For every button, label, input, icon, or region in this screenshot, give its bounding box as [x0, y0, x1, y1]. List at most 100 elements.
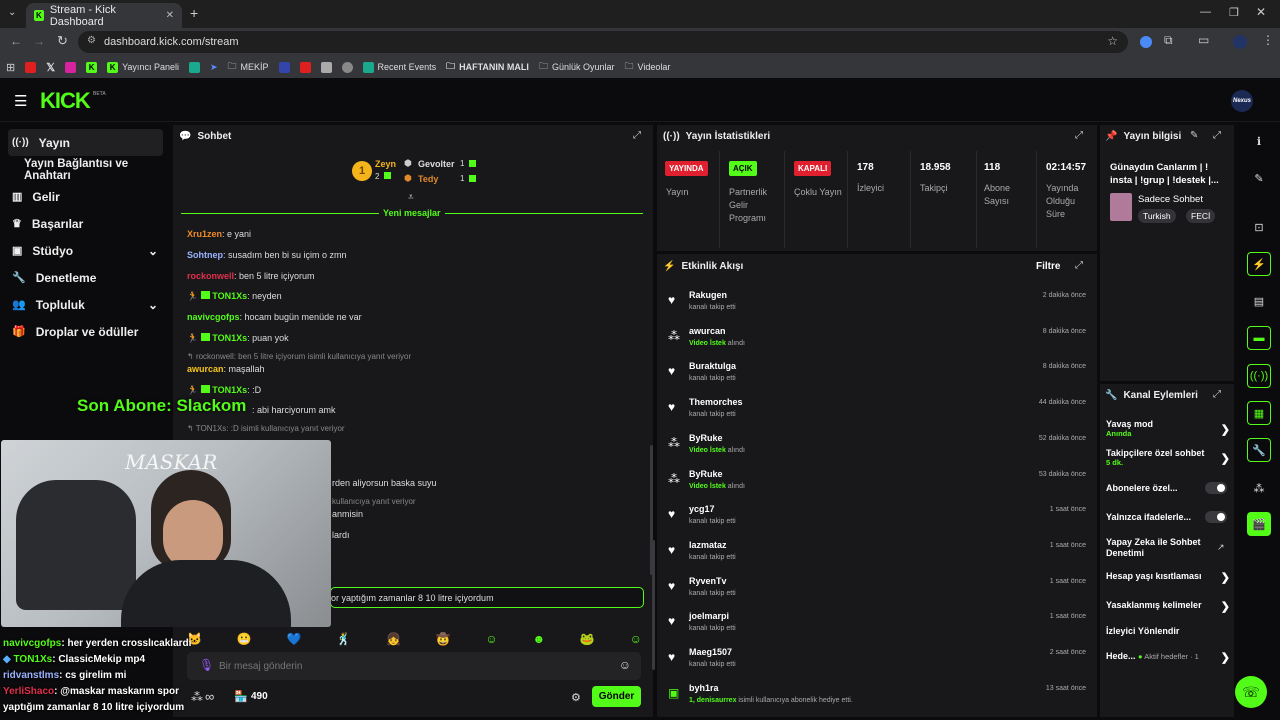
collapse-leaderboard-icon[interactable]: ⩡ [408, 192, 414, 203]
extension-icon[interactable] [1140, 36, 1152, 48]
sidebar-item-yayin-baglantisi[interactable]: Yayın Bağlantısı ve Anahtarı [12, 156, 170, 183]
filter-button[interactable]: Filtre [1036, 261, 1060, 272]
clapperboard-icon[interactable]: 🎬 [1247, 512, 1271, 536]
user-avatar[interactable]: Nexus [1231, 90, 1253, 112]
profile-avatar[interactable] [1233, 35, 1247, 49]
sidebar-item-basarilar[interactable]: ♛ Başarılar [0, 210, 170, 237]
reload-icon[interactable]: ↻ [57, 33, 68, 49]
chat-message[interactable]: 🏃 TON1Xs: :D [187, 385, 261, 396]
instagram-icon[interactable] [65, 61, 77, 73]
play-icon[interactable]: ➤ [210, 62, 218, 73]
sidebar-item-denetleme[interactable]: 🔧 Denetleme [0, 264, 170, 291]
broadcast-icon[interactable]: ((·)) [1247, 364, 1271, 388]
activity-item[interactable]: ♥ ycg17 kanalı takip etti 1 saat önce [666, 504, 1086, 534]
emote-kick-happy-icon[interactable]: ☺ [630, 632, 642, 646]
popout-icon[interactable]: ⤢ [1213, 130, 1221, 141]
info-icon[interactable]: ℹ [1247, 129, 1271, 153]
leader-second-name[interactable]: Gevolter [418, 159, 455, 169]
sidebar-item-gelir[interactable]: ▥ Gelir [0, 183, 170, 210]
kick-logo[interactable]: KICK [40, 88, 91, 114]
chat-message[interactable]: Sohtnep: susadım ben bi su içim o zmn [187, 250, 347, 260]
document-icon[interactable]: ▤ [1247, 289, 1271, 313]
send-button[interactable]: Gönder [592, 686, 641, 707]
new-tab-icon[interactable]: + [190, 5, 198, 21]
chat-bubble-icon[interactable]: ▬ [1247, 326, 1271, 350]
activity-item[interactable]: ♥ Buraktulga kanalı takip etti 8 dakika önc… [666, 361, 1086, 391]
bookmark-yayinci-paneli[interactable]: K Yayıncı Paneli [107, 61, 179, 73]
close-window-icon[interactable]: ✕ [1256, 5, 1266, 19]
emote-kick-grin-icon[interactable]: ☻ [532, 632, 545, 646]
hamburger-menu-icon[interactable]: ☰ [14, 92, 27, 110]
popout-icon[interactable]: ⤢ [1075, 260, 1083, 271]
popout-icon[interactable]: ⤢ [1075, 130, 1083, 141]
youtube-icon[interactable] [25, 61, 37, 73]
emote-heart-icon[interactable]: 💙 [286, 632, 301, 646]
activity-item[interactable]: ⁂ ByRuke Video İstek alındı 53 dakika önce [666, 469, 1086, 499]
emote-face-icon[interactable]: 😬 [237, 632, 252, 646]
url-field[interactable]: ⚙ dashboard.kick.com/stream ☆ [78, 31, 1128, 53]
bookmark-mekip[interactable]: 🗀 MEKİP [228, 59, 269, 75]
tab-list-icon[interactable]: ⌄ [8, 7, 16, 18]
youtube-icon[interactable] [299, 61, 311, 73]
activity-item[interactable]: ♥ joelmarpi kanalı takip etti 1 saat önce [666, 611, 1086, 641]
image-icon[interactable] [320, 61, 332, 73]
popout-icon[interactable]: ⤢ [1213, 389, 1221, 400]
leader-third-name[interactable]: Tedy [418, 174, 438, 184]
raid-row[interactable]: İzleyici Yönlendir [1106, 626, 1230, 636]
points-icon[interactable]: ⁂ [1247, 476, 1271, 500]
banned-words-row[interactable]: Yasaklanmış kelimeler ❯ [1106, 600, 1230, 613]
leader-first-name[interactable]: Zeyn [375, 159, 396, 169]
lightning-icon[interactable]: ⚡ [1247, 252, 1271, 276]
edit-icon[interactable]: ✎ [1247, 166, 1271, 190]
chat-message[interactable]: rockonwell: ben 5 litre içiyorum [187, 271, 315, 281]
browser-tab[interactable]: K Stream - Kick Dashboard ✕ [26, 3, 182, 28]
bookmark-app-icon[interactable] [341, 61, 353, 73]
activity-scrollbar[interactable] [652, 540, 655, 670]
store-icon[interactable]: ▦ [1247, 401, 1271, 425]
chat-message[interactable]: awurcan: maşallah [187, 364, 265, 374]
back-icon[interactable]: ← [10, 34, 22, 48]
restore-icon[interactable]: ❐ [1229, 6, 1239, 19]
bookmark-app-icon[interactable] [188, 61, 200, 73]
microphone-icon[interactable]: 🎙 [199, 658, 214, 672]
sidebar-item-droplar[interactable]: 🎁 Droplar ve ödüller [0, 318, 170, 345]
bookmark-star-icon[interactable]: ☆ [1107, 34, 1118, 48]
activity-item[interactable]: ♥ Maeg1507 kanalı takip etti 2 saat önce [666, 647, 1086, 677]
ai-moderation-row[interactable]: Yapay Zeka ile Sohbet Denetimi [1106, 537, 1214, 559]
external-link-icon[interactable]: ↗ [1217, 542, 1225, 553]
bookmark-haftanin-mali[interactable]: 🗀 HAFTANIN MALI [446, 59, 529, 75]
category-name[interactable]: Sadece Sohbet [1138, 194, 1203, 205]
subscribers-only-toggle[interactable] [1205, 482, 1227, 494]
bookmark-app-icon[interactable] [278, 61, 290, 73]
tag-chip[interactable]: Turkish [1138, 209, 1176, 223]
popout-icon[interactable]: ⤢ [633, 130, 641, 141]
emote-kick-frog-icon[interactable]: 🐸 [580, 632, 595, 646]
close-tab-icon[interactable]: ✕ [166, 10, 174, 21]
chat-message[interactable]: 🏃 TON1Xs: puan yok [187, 333, 289, 344]
chat-message[interactable]: navivcgofps: hocam bugün menüde ne var [187, 312, 362, 322]
account-age-row[interactable]: Hesap yaşı kısıtlaması ❯ [1106, 571, 1230, 584]
tag-chip[interactable]: FECİ [1186, 209, 1216, 223]
sidebar-item-topluluk[interactable]: 👥 Topluluk ⌄ [0, 291, 170, 318]
chat-message[interactable]: 🏃 TON1Xs: neyden [187, 291, 282, 302]
site-info-icon[interactable]: ⚙ [87, 35, 96, 46]
slow-mode-row[interactable]: Yavaş mod Anında ❯ [1106, 419, 1230, 441]
reply-preview-field[interactable]: or yaptığım zamanlar 8 10 litre içiyordu… [330, 587, 644, 608]
activity-item[interactable]: ▣ byh1ra 1, denisaurrex isimli kullanıcıya… [666, 683, 1086, 713]
minimize-icon[interactable]: — [1200, 6, 1211, 18]
screenshot-icon[interactable]: ⊡ [1247, 215, 1271, 239]
activity-item[interactable]: ♥ Rakugen kanalı takip etti 2 dakika önce [666, 290, 1086, 320]
activity-item[interactable]: ♥ Themorches kanalı takip etti 44 dakika ön… [666, 397, 1086, 427]
kick-icon[interactable]: K [86, 61, 98, 73]
extensions-puzzle-icon[interactable]: ⧉ [1164, 33, 1173, 48]
emote-cool-icon[interactable]: 🤠 [436, 632, 451, 646]
support-chat-icon[interactable]: ☏ [1235, 676, 1267, 708]
apps-grid-icon[interactable]: ⊞ [6, 61, 15, 74]
menu-dots-icon[interactable]: ⋮ [1262, 33, 1274, 47]
followers-only-row[interactable]: Takipçilere özel sohbet 5 dk. ❯ [1106, 448, 1230, 470]
bookmark-videolar[interactable]: 🗀 Videolar [624, 59, 670, 75]
edit-icon[interactable]: ✎ [1190, 130, 1198, 141]
bookmark-recent-events[interactable]: Recent Events [362, 61, 436, 73]
emoji-icon[interactable]: ☺ [619, 658, 631, 672]
activity-item[interactable]: ⁂ awurcan Video İstek alındı 8 dakika önce [666, 326, 1086, 356]
